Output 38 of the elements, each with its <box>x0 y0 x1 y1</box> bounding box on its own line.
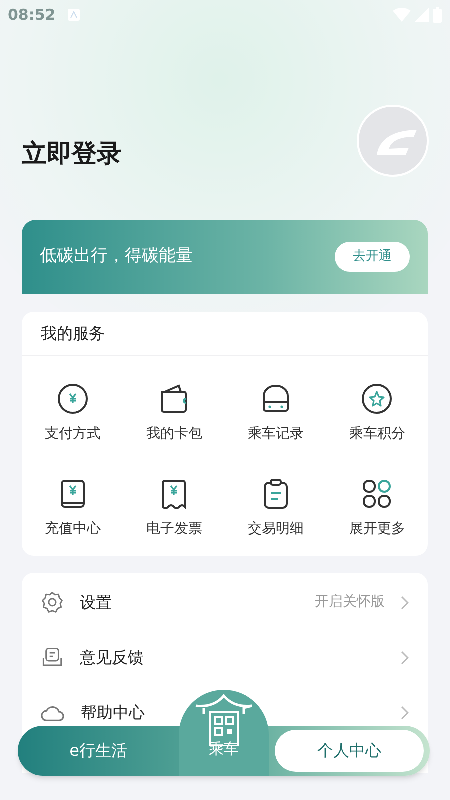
service-label: 充值中心 <box>44 520 101 539</box>
menu-label: 帮助中心 <box>81 702 146 724</box>
star-badge-icon <box>360 382 394 416</box>
services-title: 我的服务 <box>41 322 105 344</box>
service-item[interactable]: 乘车积分 <box>326 366 428 461</box>
service-label: 展开更多 <box>349 520 406 539</box>
menu-label: 设置 <box>80 592 113 614</box>
service-item[interactable]: 乘车记录 <box>225 366 326 461</box>
cloud-icon <box>41 704 65 722</box>
chevron-icon <box>401 650 409 664</box>
service-label: 支付方式 <box>44 425 101 444</box>
service-label: 电子发票 <box>146 520 202 539</box>
menu-hint: 开启关怀版 <box>315 593 385 612</box>
settings-icon <box>41 591 64 614</box>
menu-label: 意见反馈 <box>80 646 145 668</box>
service-item[interactable]: 我的卡包 <box>124 366 225 461</box>
service-label: 我的卡包 <box>146 425 202 444</box>
service-item[interactable]: 充值中心 <box>22 461 124 556</box>
yen-coin-icon <box>56 382 90 416</box>
service-item[interactable]: 交易明细 <box>225 461 326 556</box>
service-label: 交易明细 <box>248 520 304 539</box>
service-label: 乘车积分 <box>349 425 406 444</box>
avatar-logo-icon[interactable] <box>357 105 429 177</box>
nav-tab[interactable]: e行生活 <box>24 730 173 772</box>
status-time: 08:52 <box>8 4 56 26</box>
banner[interactable]: 低碳出行，得碳能量 去开通 <box>22 220 428 294</box>
nav-tab[interactable]: 个人中心 <box>275 730 424 772</box>
chevron-icon <box>401 706 409 720</box>
inbox-icon <box>41 646 64 669</box>
notification-icon <box>68 9 80 21</box>
service-item[interactable]: 展开更多 <box>326 461 428 556</box>
chevron-icon <box>401 596 409 610</box>
service-item[interactable]: 支付方式 <box>22 366 124 461</box>
activate-button[interactable]: 去开通 <box>335 242 410 272</box>
banner-text: 低碳出行，得碳能量 <box>40 245 193 268</box>
service-label: 乘车记录 <box>248 425 304 444</box>
login-title[interactable]: 立即登录 <box>22 135 122 173</box>
service-item[interactable]: 电子发票 <box>124 461 225 556</box>
